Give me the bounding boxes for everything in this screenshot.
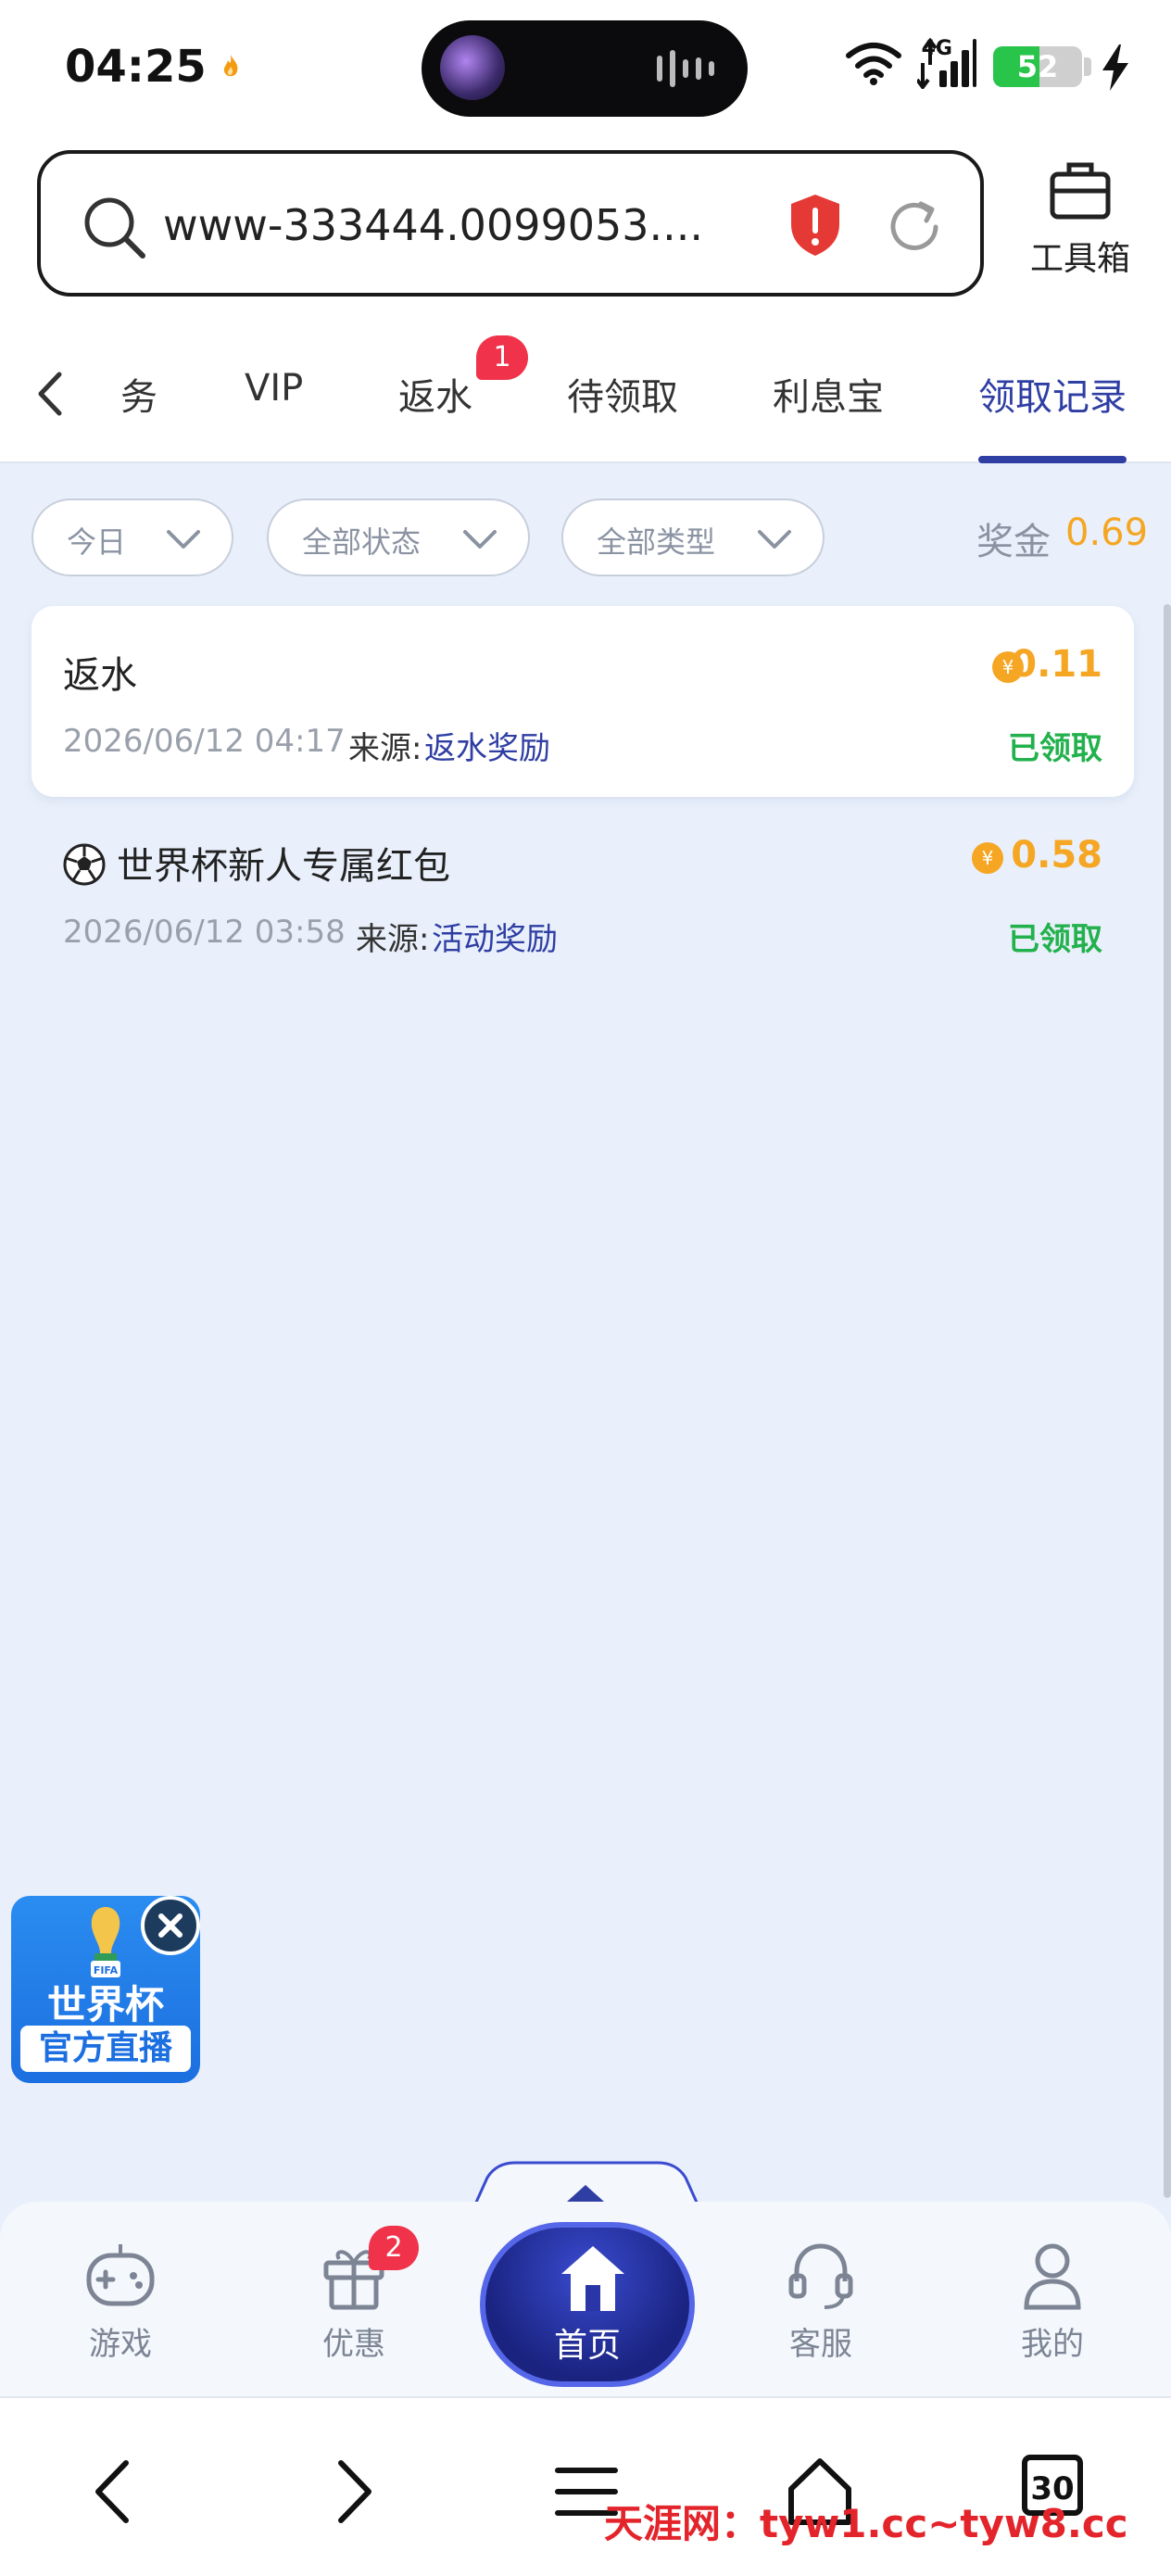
- status-time: 04:25: [65, 41, 207, 93]
- tab-rebate[interactable]: 返水: [398, 367, 472, 421]
- battery-cap: [1084, 57, 1091, 76]
- filter-bar: 今日 全部状态 全部类型 奖金 0.69: [0, 463, 1171, 612]
- promotions-badge: 2: [369, 2226, 419, 2270]
- bonus-total-label: 奖金: [976, 521, 1051, 563]
- record-datetime: 2026/06/12 04:17: [63, 723, 346, 760]
- media-artwork: [440, 35, 505, 100]
- tab-vip[interactable]: VIP: [245, 367, 303, 410]
- close-icon: [158, 1913, 183, 1938]
- back-icon[interactable]: [72, 2450, 156, 2533]
- url-text[interactable]: www-333444.0099053....: [163, 200, 703, 250]
- tab-tasks[interactable]: 务: [120, 367, 157, 421]
- active-tab-indicator: [978, 456, 1127, 463]
- nav-games-label: 游戏: [89, 2326, 152, 2363]
- type-filter-label: 全部类型: [597, 524, 716, 560]
- toolbox-label: 工具箱: [1029, 240, 1130, 278]
- chevron-left-icon[interactable]: [33, 371, 65, 417]
- nav-mine[interactable]: 我的: [978, 2239, 1127, 2364]
- nav-support[interactable]: 客服: [747, 2239, 895, 2364]
- banner-subtitle: 官方直播: [20, 2026, 191, 2072]
- record-title-row: 世界杯新人专属红包: [63, 836, 450, 890]
- wifi-icon: [846, 43, 901, 85]
- security-warning-icon[interactable]: [787, 193, 843, 258]
- chevron-down-icon: [463, 530, 497, 549]
- record-amount: 0.11: [1011, 643, 1102, 686]
- nav-home[interactable]: 首页: [480, 2222, 695, 2387]
- record-amount: 0.58: [1011, 834, 1102, 877]
- user-icon: [1024, 2243, 1081, 2310]
- banner-title: 世界杯: [46, 1982, 164, 2027]
- coin-icon: ¥: [972, 842, 1003, 874]
- record-source: 返水奖励: [424, 730, 550, 767]
- caret-up-icon: [567, 2185, 604, 2202]
- record-source: 活动奖励: [432, 921, 558, 958]
- gamepad-icon: [86, 2244, 155, 2306]
- record-item[interactable]: 世界杯新人专属红包 2026/06/12 03:58 来源: 活动奖励 ¥ 0.…: [31, 797, 1134, 988]
- watermark-text: 天涯网：tyw1.cc~tyw8.cc: [604, 2501, 1128, 2546]
- toolbox-icon: [1050, 162, 1111, 220]
- browser-bar: www-333444.0099053.... 工具箱: [0, 139, 1171, 324]
- refresh-icon[interactable]: [882, 195, 947, 259]
- home-icon: [561, 2246, 624, 2311]
- soccer-ball-icon: [63, 843, 106, 886]
- tab-claim-records[interactable]: 领取记录: [978, 367, 1127, 421]
- scrollbar[interactable]: [1164, 604, 1171, 2198]
- signal-icon: [917, 37, 976, 89]
- record-item[interactable]: 返水 2026/06/12 04:17 来源: 返水奖励 ¥ 0.11 已领取: [31, 606, 1134, 797]
- dynamic-island[interactable]: [422, 20, 748, 117]
- status-filter-label: 全部状态: [302, 524, 422, 560]
- chevron-down-icon: [758, 530, 791, 549]
- audio-wave-icon: [657, 50, 714, 87]
- flame-icon: [223, 55, 238, 77]
- nav-support-label: 客服: [789, 2326, 852, 2363]
- forward-icon[interactable]: [311, 2450, 395, 2533]
- record-source-label: 来源:: [348, 730, 422, 767]
- nav-promotions[interactable]: 优惠 2: [280, 2226, 428, 2364]
- chevron-down-icon: [167, 530, 200, 549]
- record-source-label: 来源:: [356, 921, 430, 958]
- record-status: 已领取: [1008, 730, 1102, 767]
- type-filter[interactable]: 全部类型: [561, 499, 825, 576]
- battery-level: 52: [1016, 49, 1059, 84]
- nav-home-label: 首页: [553, 2327, 621, 2365]
- date-filter-label: 今日: [67, 524, 127, 560]
- svg-text:¥: ¥: [982, 847, 994, 869]
- trophy-icon: FIFA: [91, 1907, 120, 1977]
- battery-indicator: 52: [993, 46, 1082, 87]
- charging-icon: [1102, 44, 1128, 91]
- bonus-total-value: 0.69: [1065, 511, 1149, 554]
- category-tabs: 务 VIP 返水 1 待领取 利息宝 领取记录: [0, 324, 1171, 463]
- record-status: 已领取: [1008, 921, 1102, 958]
- headset-icon: [788, 2243, 853, 2309]
- app-screen: 04:25 4G 52 www-333444.0099053.... 工具箱 务…: [0, 0, 1171, 2576]
- record-title: 返水: [63, 654, 137, 697]
- tab-interest[interactable]: 利息宝: [773, 367, 884, 421]
- toolbox-button[interactable]: 工具箱: [1015, 159, 1145, 289]
- search-icon: [84, 197, 145, 259]
- record-title: 世界杯新人专属红包: [117, 845, 450, 888]
- date-filter[interactable]: 今日: [31, 499, 233, 576]
- tab-pending[interactable]: 待领取: [567, 367, 678, 421]
- record-datetime: 2026/06/12 03:58: [63, 914, 346, 951]
- status-filter[interactable]: 全部状态: [267, 499, 530, 576]
- tab-rebate-badge: 1: [476, 335, 528, 380]
- address-bar[interactable]: www-333444.0099053....: [37, 150, 984, 297]
- status-bar: 04:25 4G 52: [0, 0, 1171, 139]
- close-banner-button[interactable]: [141, 1896, 200, 1955]
- nav-games[interactable]: 游戏: [46, 2239, 195, 2364]
- nav-promotions-label: 优惠: [322, 2326, 385, 2363]
- nav-mine-label: 我的: [1021, 2326, 1084, 2363]
